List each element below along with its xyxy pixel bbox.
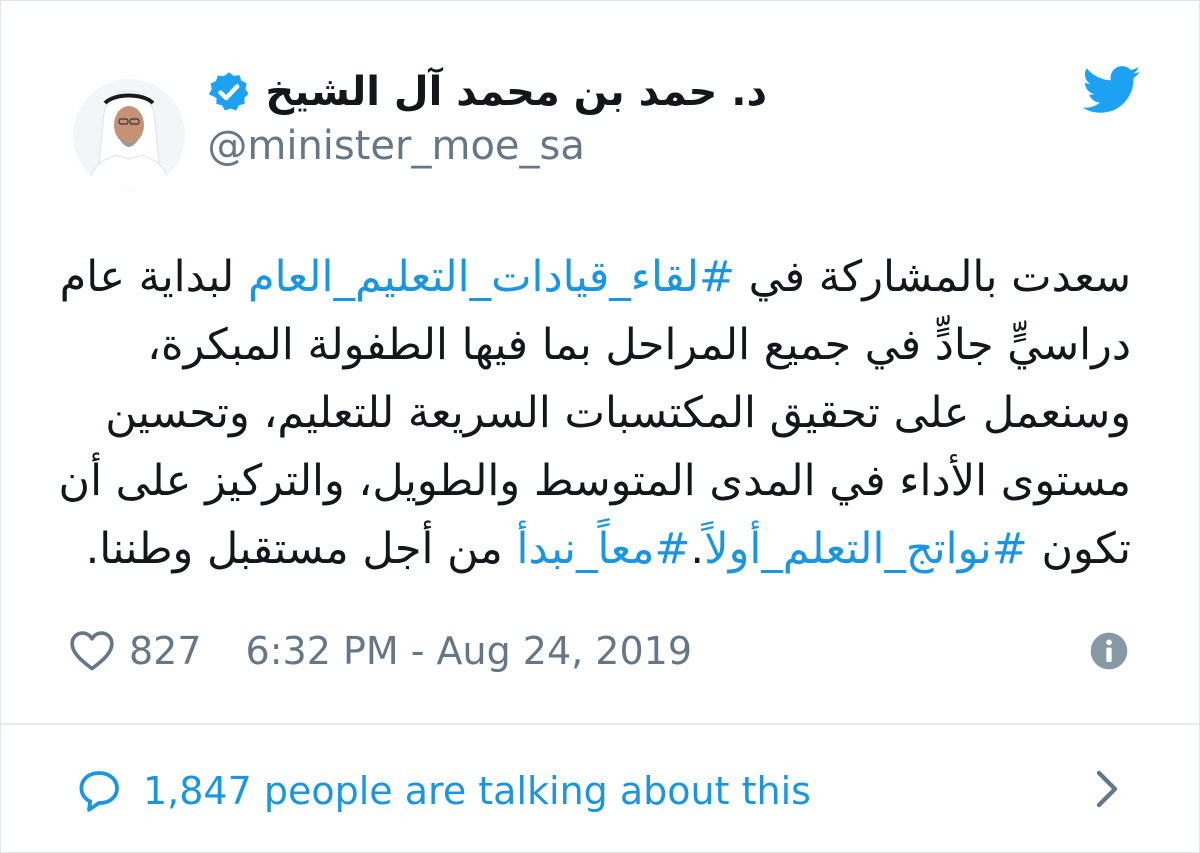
tweet-text-segment: وسنعمل على تحقيق المكتسبات السريعة للتعل… bbox=[105, 388, 1131, 438]
talking-count-label[interactable]: 1,847 people are talking about this bbox=[143, 769, 811, 813]
hashtag-link[interactable]: #لقاء_قيادات_التعليم_العام bbox=[248, 252, 735, 302]
tweet-line: مستوى الأداء في المدى المتوسط والطويل، و… bbox=[58, 447, 1131, 515]
tweet-line: دراسيٍّ جادٍّ في جميع المراحل بما فيها ا… bbox=[91, 311, 1131, 379]
tweet-timestamp[interactable]: 6:32 PM - Aug 24, 2019 bbox=[246, 629, 692, 673]
info-icon[interactable] bbox=[1089, 631, 1129, 671]
tweet-text-segment: من أجل مستقبل وطننا. bbox=[85, 524, 517, 574]
tweet-line: وسنعمل على تحقيق المكتسبات السريعة للتعل… bbox=[91, 379, 1131, 447]
user-handle[interactable]: @minister_moe_sa bbox=[207, 123, 767, 169]
verified-badge-icon bbox=[209, 72, 249, 111]
twitter-bird-icon[interactable] bbox=[1083, 65, 1141, 115]
tweet-text-segment: لبداية عام bbox=[59, 252, 248, 302]
name-row: د. حمد بن محمد آل الشيخ bbox=[207, 69, 767, 115]
hashtag-link[interactable]: #معاً_نبدأ bbox=[517, 524, 691, 574]
tweet-meta: 827 6:32 PM - Aug 24, 2019 bbox=[69, 623, 1139, 679]
heart-icon[interactable] bbox=[69, 630, 115, 672]
tweet-text-segment: مستوى الأداء في المدى المتوسط والطويل، و… bbox=[58, 456, 1131, 506]
tweet-text-segment: . bbox=[690, 524, 705, 574]
tweet-card: د. حمد بن محمد آل الشيخ @minister_moe_sa… bbox=[0, 0, 1200, 853]
tweet-text: سعدت بالمشاركة في #لقاء_قيادات_التعليم_ا… bbox=[58, 243, 1131, 583]
display-name[interactable]: د. حمد بن محمد آل الشيخ bbox=[265, 69, 767, 115]
avatar[interactable] bbox=[73, 79, 185, 191]
tweet-text-segment: تكون bbox=[1027, 524, 1131, 574]
conversation-link[interactable]: 1,847 people are talking about this bbox=[75, 761, 1135, 821]
reply-bubble-icon bbox=[79, 771, 119, 812]
chevron-right-icon[interactable] bbox=[1095, 769, 1119, 809]
tweet-line: تكون #نواتج_التعلم_أولاً.#معاً_نبدأ من أ… bbox=[86, 515, 1131, 583]
like-count[interactable]: 827 bbox=[129, 629, 202, 673]
tweet-header: د. حمد بن محمد آل الشيخ @minister_moe_sa bbox=[207, 69, 767, 169]
tweet-line: سعدت بالمشاركة في #لقاء_قيادات_التعليم_ا… bbox=[60, 243, 1131, 311]
tweet-text-segment: دراسيٍّ جادٍّ في جميع المراحل بما فيها ا… bbox=[147, 320, 1131, 370]
tweet-text-segment: سعدت بالمشاركة في bbox=[734, 252, 1131, 302]
hashtag-link[interactable]: #نواتج_التعلم_أولاً bbox=[704, 524, 1028, 574]
divider bbox=[1, 723, 1199, 725]
